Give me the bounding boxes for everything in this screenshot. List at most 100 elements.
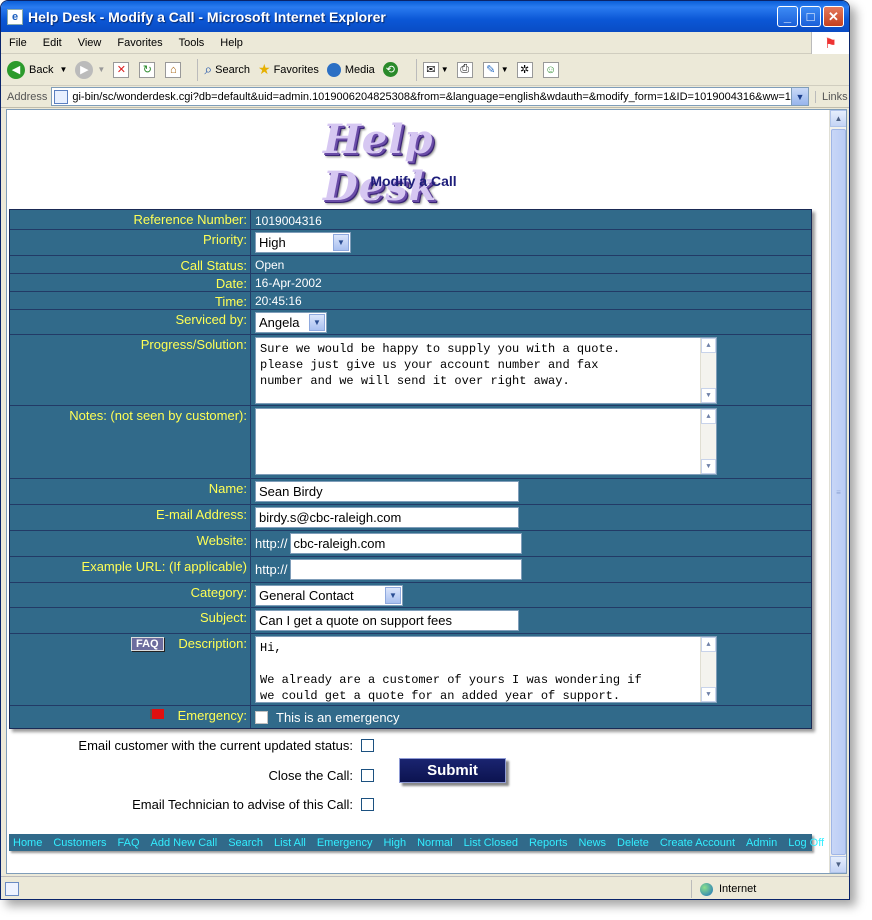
menu-view[interactable]: View <box>70 37 110 49</box>
favorites-button[interactable]: ★ Favorites <box>258 61 319 78</box>
footer-link-normal[interactable]: Normal <box>417 837 452 849</box>
forward-dropdown-icon[interactable]: ▼ <box>97 65 105 74</box>
menu-bar: File Edit View Favorites Tools Help ⚑ <box>1 32 849 54</box>
media-icon <box>326 62 341 77</box>
forward-button[interactable]: ▶ ▼ <box>75 60 105 79</box>
scroll-up-icon[interactable]: ▲ <box>830 110 846 127</box>
footer-link-high[interactable]: High <box>383 837 406 849</box>
close-call-checkbox[interactable] <box>361 769 374 782</box>
edit-page-icon: ✎ <box>482 61 499 78</box>
stop-icon: ✕ <box>113 61 130 78</box>
footer-link-create-account[interactable]: Create Account <box>660 837 735 849</box>
textarea-scrollbar[interactable]: ▲ ▼ <box>700 637 716 702</box>
footer-link-list-all[interactable]: List All <box>274 837 306 849</box>
menu-file[interactable]: File <box>1 37 35 49</box>
menu-favorites[interactable]: Favorites <box>109 37 170 49</box>
home-button[interactable]: ⌂ <box>165 61 183 78</box>
scroll-down-icon[interactable]: ▼ <box>830 856 846 873</box>
mail-button[interactable]: ✉ ▼ <box>422 61 449 78</box>
progress-textarea[interactable]: Sure we would be happy to supply you wit… <box>255 337 717 404</box>
search-label: Search <box>215 63 251 76</box>
description-text: Hi, We already are a customer of yours I… <box>260 641 642 703</box>
footer-link-faq[interactable]: FAQ <box>118 837 140 849</box>
description-label: Description: <box>178 636 247 651</box>
textarea-scrollbar[interactable]: ▲ ▼ <box>700 338 716 403</box>
toolbar-separator <box>197 58 199 81</box>
minimize-button[interactable]: _ <box>777 6 798 27</box>
website-input[interactable]: cbc-raleigh.com <box>289 533 522 554</box>
date-label: Date: <box>10 274 251 291</box>
scroll-down-icon[interactable]: ▼ <box>701 687 716 702</box>
messenger-button[interactable]: ☺ <box>542 61 561 78</box>
emergency-checkbox[interactable] <box>255 711 268 724</box>
serviced-select[interactable]: Angela ▼ <box>255 312 327 333</box>
menu-help[interactable]: Help <box>212 37 251 49</box>
progress-label: Progress/Solution: <box>10 335 251 405</box>
search-icon: ⌕ <box>204 61 213 77</box>
menu-edit[interactable]: Edit <box>35 37 70 49</box>
scroll-up-icon[interactable]: ▲ <box>701 637 716 652</box>
footer-link-reports[interactable]: Reports <box>529 837 568 849</box>
home-icon: ⌂ <box>165 61 182 78</box>
footer-link-admin[interactable]: Admin <box>746 837 777 849</box>
address-dropdown-icon[interactable]: ▼ <box>792 87 809 106</box>
footer-link-add-new-call[interactable]: Add New Call <box>151 837 218 849</box>
name-row: Name: Sean Birdy <box>10 479 811 505</box>
footer-link-list-closed[interactable]: List Closed <box>464 837 518 849</box>
browser-window: e Help Desk - Modify a Call - Microsoft … <box>0 0 850 900</box>
category-select[interactable]: General Contact ▼ <box>255 585 403 606</box>
history-button[interactable]: ⟲ <box>382 62 402 77</box>
emergency-text: This is an emergency <box>276 710 400 725</box>
footer-link-news[interactable]: News <box>579 837 607 849</box>
scroll-up-icon[interactable]: ▲ <box>701 338 716 353</box>
submit-button[interactable]: Submit <box>399 758 506 783</box>
email-customer-checkbox[interactable] <box>361 739 374 752</box>
print-button[interactable]: ⎙ <box>456 61 475 78</box>
discuss-icon: ✲ <box>516 61 533 78</box>
refresh-button[interactable]: ↻ <box>139 61 157 78</box>
discuss-button[interactable]: ✲ <box>516 61 535 78</box>
scroll-down-icon[interactable]: ▼ <box>701 388 716 403</box>
maximize-button[interactable]: □ <box>800 6 821 27</box>
email-tech-checkbox[interactable] <box>361 798 374 811</box>
footer-link-customers[interactable]: Customers <box>53 837 106 849</box>
media-button[interactable]: Media <box>326 62 375 77</box>
reference-row: Reference Number: 1019004316 <box>10 210 811 230</box>
example-url-input[interactable] <box>289 559 522 580</box>
links-button[interactable]: Links <box>815 90 849 103</box>
email-input[interactable]: birdy.s@cbc-raleigh.com <box>255 507 519 528</box>
page-scrollbar[interactable]: ▲ ≡ ▼ <box>829 110 846 873</box>
scroll-up-icon[interactable]: ▲ <box>701 409 716 424</box>
notes-textarea[interactable]: ▲ ▼ <box>255 408 717 475</box>
footer-link-log-off[interactable]: Log Off <box>788 837 824 849</box>
history-icon: ⟲ <box>382 62 398 77</box>
progress-text: Sure we would be happy to supply you wit… <box>260 342 621 388</box>
footer-link-delete[interactable]: Delete <box>617 837 649 849</box>
textarea-scrollbar[interactable]: ▲ ▼ <box>700 409 716 474</box>
category-value: General Contact <box>259 588 354 603</box>
footer-link-search[interactable]: Search <box>228 837 263 849</box>
description-textarea[interactable]: Hi, We already are a customer of yours I… <box>255 636 717 703</box>
footer-link-home[interactable]: Home <box>13 837 42 849</box>
category-label: Category: <box>10 583 251 607</box>
close-button[interactable]: ✕ <box>823 6 844 27</box>
menu-tools[interactable]: Tools <box>171 37 213 49</box>
edit-button[interactable]: ✎ ▼ <box>482 61 509 78</box>
search-button[interactable]: ⌕ Search <box>204 61 250 78</box>
scroll-thumb[interactable]: ≡ <box>831 129 846 855</box>
title-bar: e Help Desk - Modify a Call - Microsoft … <box>1 1 849 32</box>
back-dropdown-icon[interactable]: ▼ <box>59 65 67 74</box>
reference-value: 1019004316 <box>255 214 322 228</box>
example-url-row: Example URL: (If applicable) http:// <box>10 557 811 583</box>
faq-button[interactable]: FAQ <box>131 637 164 651</box>
priority-select[interactable]: High ▼ <box>255 232 351 253</box>
scroll-down-icon[interactable]: ▼ <box>701 459 716 474</box>
page-heading: Modify a Call <box>370 173 457 189</box>
name-input[interactable]: Sean Birdy <box>255 481 519 502</box>
back-button[interactable]: ◀ Back ▼ <box>7 60 67 79</box>
address-input[interactable]: gi-bin/sc/wonderdesk.cgi?db=default&uid=… <box>51 87 792 106</box>
stop-button[interactable]: ✕ <box>113 61 131 78</box>
footer-link-emergency[interactable]: Emergency <box>317 837 373 849</box>
progress-row: Progress/Solution: Sure we would be happ… <box>10 335 811 406</box>
subject-input[interactable]: Can I get a quote on support fees <box>255 610 519 631</box>
